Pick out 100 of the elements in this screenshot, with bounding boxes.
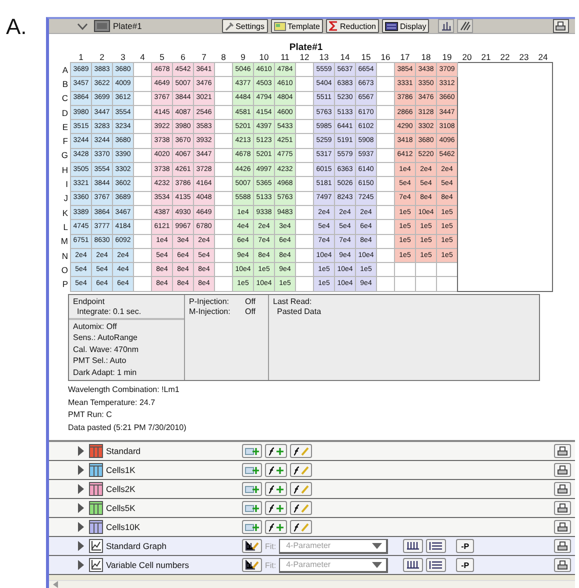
section-name[interactable]: Variable Cell numbers bbox=[106, 560, 242, 570]
section-name[interactable]: Standard bbox=[106, 446, 242, 456]
setting-text: Cal. Wave: 470nm bbox=[72, 344, 140, 356]
reduction-button[interactable]: Reduction bbox=[326, 19, 379, 33]
print-button[interactable] bbox=[554, 558, 571, 572]
column-number: 8 bbox=[221, 52, 226, 62]
edit-formula-button[interactable] bbox=[290, 482, 312, 496]
edit-formula-button[interactable] bbox=[290, 520, 312, 534]
expand-arrow-icon[interactable] bbox=[78, 446, 84, 456]
section-name[interactable]: Cells2K bbox=[106, 484, 242, 494]
expand-arrow-icon[interactable] bbox=[78, 541, 84, 552]
graph-settings-button[interactable] bbox=[242, 558, 262, 572]
add-formula-button[interactable] bbox=[265, 444, 287, 458]
setting-text: Sens.: AutoRange bbox=[72, 332, 138, 344]
print-button[interactable] bbox=[554, 482, 571, 496]
hatch-tool-button[interactable] bbox=[457, 19, 474, 33]
print-button[interactable] bbox=[554, 463, 571, 478]
print-button[interactable] bbox=[554, 539, 571, 554]
add-formula-button[interactable] bbox=[265, 501, 287, 516]
add-formula-button[interactable] bbox=[265, 463, 287, 478]
formula-plus-icon bbox=[268, 522, 284, 532]
wrench-icon bbox=[224, 22, 234, 30]
p-button[interactable]: -P bbox=[456, 558, 474, 572]
setting-text: PMT Sel.: Auto bbox=[72, 355, 128, 367]
plate-icon bbox=[94, 20, 110, 32]
table-icon bbox=[89, 482, 103, 496]
row-letter: C bbox=[62, 93, 68, 104]
add-formula-button[interactable] bbox=[265, 482, 287, 496]
print-button[interactable] bbox=[552, 19, 569, 33]
formula-plus-icon bbox=[268, 466, 284, 475]
column-number: 22 bbox=[500, 52, 510, 62]
chevron-down-icon[interactable] bbox=[77, 22, 88, 30]
printer-icon bbox=[557, 560, 568, 570]
edit-formula-button[interactable] bbox=[290, 501, 312, 516]
printer-icon bbox=[557, 446, 568, 456]
ruler-icon bbox=[406, 560, 420, 570]
column-number: 5 bbox=[160, 52, 164, 62]
horizontal-scrollbar[interactable] bbox=[49, 580, 575, 588]
graph-settings-button[interactable] bbox=[242, 539, 262, 554]
row-letter: M bbox=[60, 236, 68, 246]
section-name[interactable]: Cells1K bbox=[106, 465, 242, 476]
scroll-left-icon bbox=[53, 581, 58, 588]
injection-label: M-Injection: bbox=[189, 306, 232, 316]
table-icon bbox=[89, 520, 103, 534]
expand-arrow-icon[interactable] bbox=[78, 503, 84, 514]
printer-icon bbox=[557, 484, 568, 494]
display-button[interactable]: Display bbox=[382, 19, 430, 33]
note-text: PMT Run: C bbox=[68, 409, 113, 422]
row-letter: G bbox=[61, 150, 68, 160]
columns-button[interactable] bbox=[403, 539, 424, 554]
plate-title: Plate#1 bbox=[113, 21, 142, 31]
edit-formula-button[interactable] bbox=[290, 444, 312, 458]
column-number: 3 bbox=[120, 52, 126, 62]
ruler-icon bbox=[406, 541, 420, 552]
list-button[interactable] bbox=[426, 558, 446, 572]
chart-pencil-icon bbox=[245, 560, 259, 570]
row-letter: I bbox=[66, 179, 68, 190]
section-name[interactable]: Cells5K bbox=[106, 503, 242, 514]
printer-icon bbox=[557, 522, 568, 532]
expand-arrow-icon[interactable] bbox=[78, 522, 84, 532]
row-letter: N bbox=[62, 250, 68, 260]
column-number: 1 bbox=[78, 52, 84, 62]
note-text: Wavelength Combination: !Lm1 bbox=[68, 384, 180, 396]
expand-arrow-icon[interactable] bbox=[78, 560, 84, 570]
printer-icon bbox=[557, 541, 568, 552]
formula-pencil-icon bbox=[293, 466, 309, 475]
section-name[interactable]: Standard Graph bbox=[106, 541, 242, 552]
dropdown-arrow-icon bbox=[372, 542, 382, 549]
setting-text: Dark Adapt: 1 min bbox=[72, 366, 138, 378]
graph-tool-button[interactable] bbox=[438, 19, 454, 33]
template-icon bbox=[274, 22, 286, 30]
print-button[interactable] bbox=[554, 501, 571, 516]
list-icon bbox=[429, 560, 444, 570]
list-button[interactable] bbox=[426, 539, 446, 554]
injection-value: Off bbox=[245, 296, 256, 306]
formula-plus-icon bbox=[268, 446, 284, 456]
column-number: 12 bbox=[300, 52, 310, 62]
p-button[interactable]: -P bbox=[456, 539, 474, 554]
settings-button[interactable]: Settings bbox=[222, 19, 268, 33]
template-button[interactable]: Template bbox=[270, 19, 323, 33]
edit-formula-button[interactable] bbox=[290, 463, 312, 478]
add-formula-button[interactable] bbox=[265, 520, 287, 534]
bar-chart-icon bbox=[440, 21, 452, 31]
last-read-label: Last Read: bbox=[273, 296, 313, 306]
read-mode: Endpoint bbox=[73, 296, 106, 306]
column-number: 17 bbox=[400, 52, 410, 62]
print-button[interactable] bbox=[554, 520, 571, 534]
print-button[interactable] bbox=[554, 444, 571, 458]
injection-value: Off bbox=[245, 306, 256, 316]
hatch-icon bbox=[460, 21, 471, 31]
columns-button[interactable] bbox=[403, 558, 424, 572]
expand-arrow-icon[interactable] bbox=[78, 484, 84, 494]
formula-pencil-icon bbox=[293, 522, 309, 532]
table-plus-icon bbox=[245, 484, 259, 494]
table-plus-icon bbox=[245, 522, 259, 532]
row-letter: F bbox=[62, 136, 68, 146]
setting-text: Automix: Off bbox=[72, 320, 118, 332]
formula-pencil-icon bbox=[293, 484, 309, 494]
section-name[interactable]: Cells10K bbox=[106, 522, 242, 532]
expand-arrow-icon[interactable] bbox=[78, 465, 84, 476]
